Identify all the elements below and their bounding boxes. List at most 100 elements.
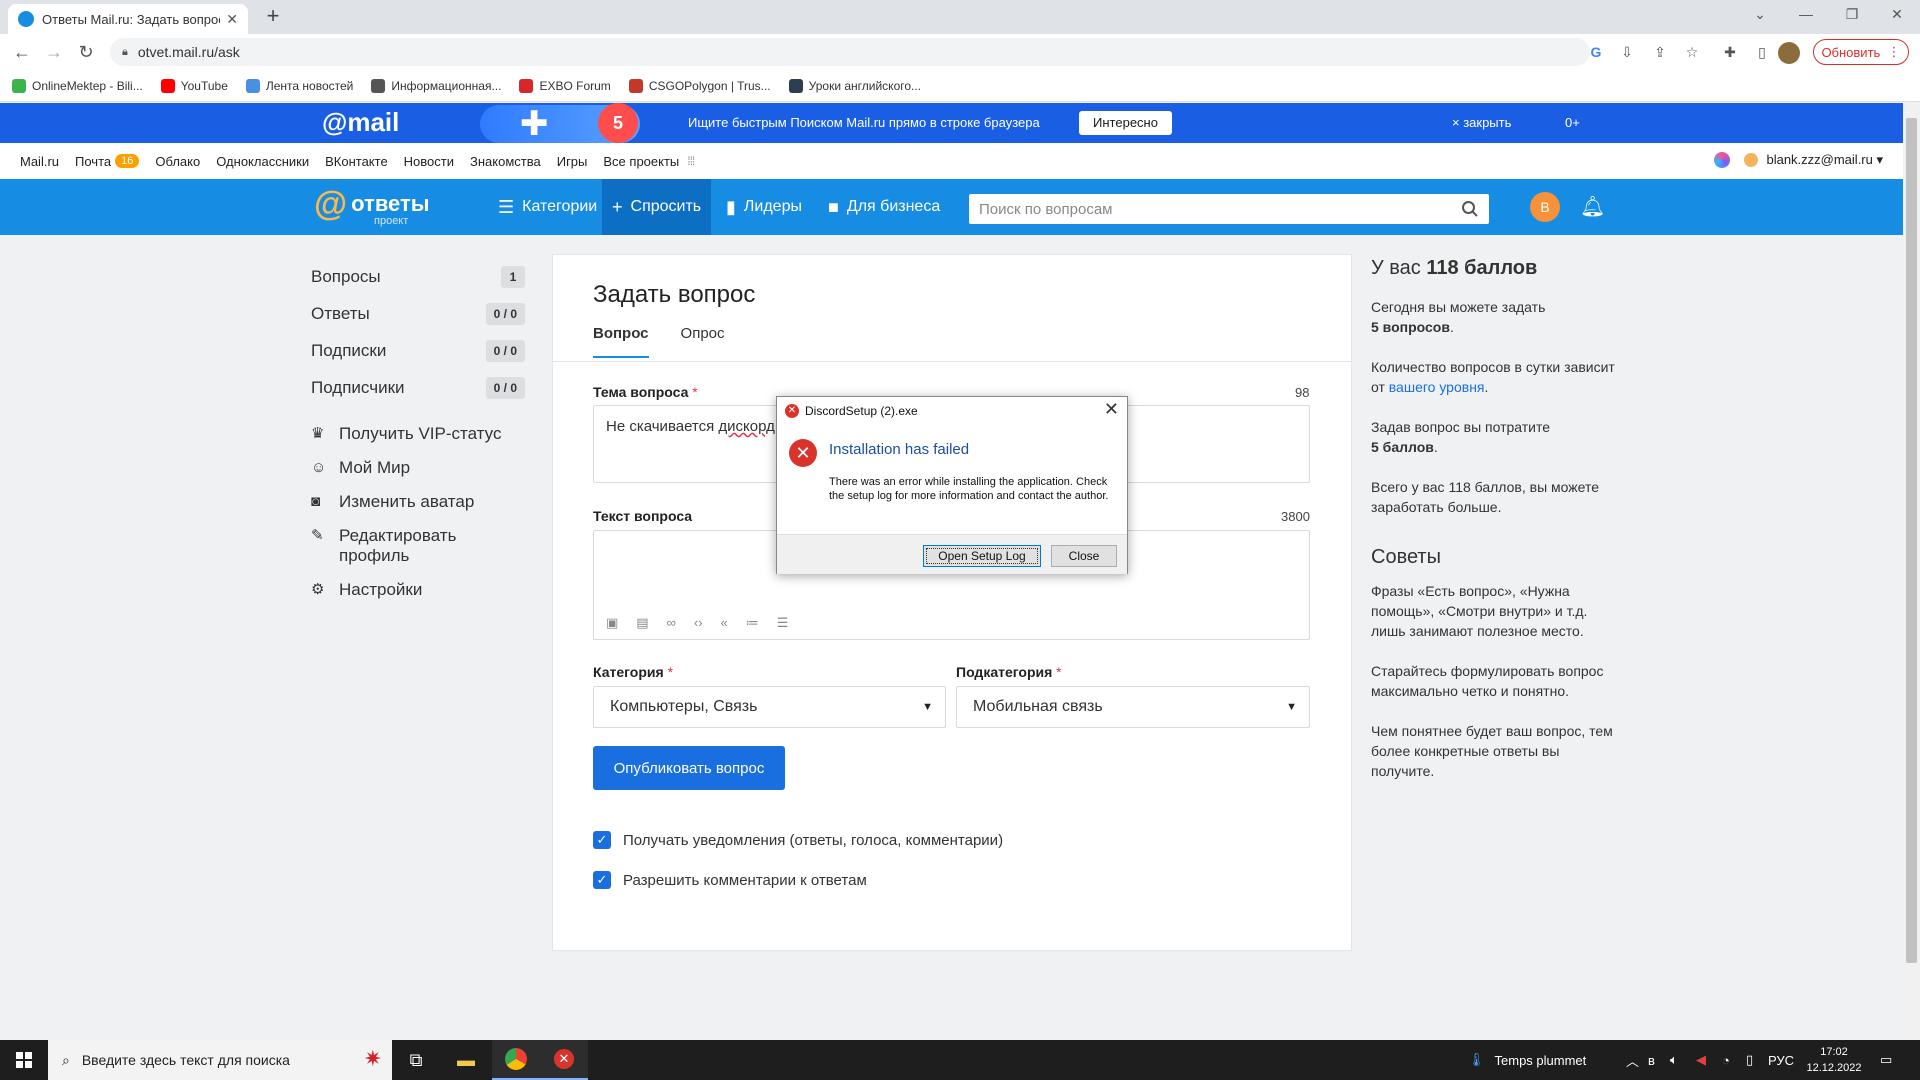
subcategory-select[interactable]: Мобильная связь ▼ bbox=[956, 686, 1310, 728]
window-close-icon[interactable]: ✕ bbox=[1874, 0, 1920, 30]
portal-all-projects[interactable]: Все проекты ⁞⁞⁞ bbox=[603, 154, 695, 169]
share-icon[interactable]: ⇪ bbox=[1650, 42, 1670, 62]
code-icon[interactable]: ‹› bbox=[694, 615, 703, 631]
sidebar-counter-item[interactable]: Подписчики 0 / 0 bbox=[311, 369, 525, 406]
sidebar-counter-label: Подписчики bbox=[311, 377, 405, 397]
restore-icon[interactable]: ❐ bbox=[1829, 0, 1875, 30]
checkmark-icon: ✓ bbox=[593, 871, 611, 889]
wifi-icon[interactable]: ◔ bbox=[1722, 1040, 1730, 1080]
system-clock[interactable]: 17:02 12.12.2022 bbox=[1802, 1044, 1866, 1076]
file-explorer-icon[interactable]: ▬ bbox=[442, 1040, 490, 1080]
sidebar-action-item[interactable]: ☺ Мой Мир bbox=[311, 458, 525, 478]
bullet-list-icon[interactable]: ☰ bbox=[777, 615, 789, 631]
back-icon[interactable]: ← bbox=[8, 38, 36, 66]
allow-comments-checkbox[interactable]: ✓ Разрешить комментарии к ответам bbox=[593, 871, 867, 889]
promo-close-button[interactable]: × закрыть bbox=[1452, 115, 1511, 130]
mail-logo[interactable]: @mail bbox=[322, 107, 399, 138]
question-search-input[interactable]: Поиск по вопросам bbox=[969, 194, 1489, 224]
sidebar-counter-item[interactable]: Вопросы 1 bbox=[311, 258, 525, 295]
page-scrollbar-thumb[interactable] bbox=[1906, 118, 1917, 963]
forward-icon[interactable]: → bbox=[40, 38, 68, 66]
battery-icon[interactable]: ▯ bbox=[1746, 1040, 1753, 1080]
bookmark-item[interactable]: Уроки английского... bbox=[788, 78, 921, 93]
taskbar-search-input[interactable]: ⌕ Введите здесь текст для поиска ✷ bbox=[48, 1040, 392, 1080]
portal-games[interactable]: Игры bbox=[557, 154, 588, 169]
nav-categories[interactable]: ☰ Категории bbox=[488, 179, 607, 235]
publish-question-button[interactable]: Опубликовать вопрос bbox=[593, 746, 785, 790]
portal-mail[interactable]: Почта 16 bbox=[75, 154, 140, 169]
bookmark-item[interactable]: Информационная... bbox=[371, 78, 501, 93]
sidebar-action-item[interactable]: ♛ Получить VIP-статус bbox=[311, 424, 525, 444]
search-icon[interactable] bbox=[1461, 200, 1479, 218]
new-tab-button[interactable]: + bbox=[260, 4, 286, 30]
profile-avatar[interactable] bbox=[1778, 42, 1800, 64]
minimize-icon[interactable]: — bbox=[1783, 0, 1829, 30]
installer-taskbar-icon[interactable]: ✕ bbox=[540, 1040, 588, 1080]
volume-icon[interactable]: 🔈︎ bbox=[1670, 1040, 1678, 1080]
browser-tab[interactable]: Ответы Mail.ru: Задать вопрос ✕ bbox=[8, 4, 248, 34]
dialog-close-icon[interactable]: ✕ bbox=[1104, 399, 1119, 420]
bookmark-item[interactable]: Лента новостей bbox=[245, 78, 353, 93]
sidebar-action-item[interactable]: ◙ Изменить аватар bbox=[311, 492, 525, 512]
quote-icon[interactable]: « bbox=[721, 615, 728, 631]
link-icon[interactable]: ∞ bbox=[667, 615, 676, 631]
bookmark-item[interactable]: EXBO Forum bbox=[519, 78, 611, 93]
sidebar-action-item[interactable]: ⚙ Настройки bbox=[311, 580, 525, 600]
promo-cta-button[interactable]: Интересно bbox=[1079, 111, 1172, 135]
side-panel-icon[interactable]: ▯ bbox=[1752, 42, 1772, 62]
install-icon[interactable]: ⇩ bbox=[1617, 42, 1637, 62]
weather-widget[interactable]: 🌡︎ Temps plummet bbox=[1468, 1040, 1586, 1080]
user-menu[interactable]: blank.zzz@mail.ru ▾ bbox=[1744, 152, 1883, 168]
bookmark-item[interactable]: OnlineMektep - Bili... bbox=[12, 78, 143, 93]
sidebar-counter-item[interactable]: Подписки 0 / 0 bbox=[311, 332, 525, 369]
tray-chevron-icon[interactable]: ︿ bbox=[1626, 1040, 1639, 1080]
ordered-list-icon[interactable]: ≔ bbox=[746, 615, 759, 631]
video-icon[interactable]: ▤ bbox=[636, 615, 648, 631]
input-language[interactable]: РУС bbox=[1768, 1040, 1794, 1080]
level-link[interactable]: вашего уровня bbox=[1389, 379, 1485, 395]
tab-search-icon[interactable]: ⌄ bbox=[1737, 0, 1783, 30]
portal-cloud[interactable]: Облако bbox=[155, 154, 200, 169]
bookmark-star-icon[interactable]: ☆ bbox=[1682, 42, 1702, 62]
google-icon[interactable]: G bbox=[1586, 42, 1606, 62]
tab-poll[interactable]: Опрос bbox=[681, 325, 725, 358]
dialog-footer: Open Setup Log Close bbox=[777, 534, 1127, 574]
sidebar-action-label: Изменить аватар bbox=[339, 492, 475, 511]
extensions-icon[interactable]: ✚ bbox=[1720, 42, 1740, 62]
answers-logo[interactable]: @ ответы проект bbox=[314, 187, 430, 227]
portal-dating[interactable]: Знакомства bbox=[470, 154, 541, 169]
assistant-orb-icon[interactable] bbox=[1714, 152, 1731, 168]
notifications-icon[interactable]: ▭ bbox=[1880, 1040, 1892, 1080]
task-view-icon[interactable]: ⧉ bbox=[392, 1040, 440, 1080]
image-icon[interactable]: ▣ bbox=[606, 615, 618, 631]
notify-checkbox[interactable]: ✓ Получать уведомления (ответы, голоса, … bbox=[593, 831, 1003, 849]
reload-icon[interactable]: ↻ bbox=[72, 38, 100, 66]
nav-leaders[interactable]: ▮ Лидеры bbox=[716, 179, 812, 235]
antivirus-icon[interactable]: ◀ bbox=[1696, 1040, 1706, 1080]
bookmark-item[interactable]: CSGOPolygon | Trus... bbox=[628, 78, 771, 93]
update-browser-button[interactable]: Обновить ⋮ bbox=[1813, 39, 1909, 65]
nav-ask[interactable]: + Спросить bbox=[602, 179, 712, 235]
category-select[interactable]: Компьютеры, Связь ▼ bbox=[593, 686, 946, 728]
bluetooth-icon[interactable]: ʙ bbox=[1648, 1040, 1655, 1080]
form-tabs: Вопрос Опрос bbox=[593, 325, 757, 358]
portal-ok[interactable]: Одноклассники bbox=[216, 154, 309, 169]
portal-vk[interactable]: ВКонтакте bbox=[325, 154, 388, 169]
header-avatar[interactable]: В bbox=[1530, 192, 1560, 222]
nav-ask-label: Спросить bbox=[630, 198, 702, 215]
start-button[interactable] bbox=[0, 1040, 48, 1080]
portal-mailru[interactable]: Mail.ru bbox=[20, 154, 59, 169]
bookmark-item[interactable]: YouTube bbox=[160, 78, 228, 93]
open-setup-log-button[interactable]: Open Setup Log bbox=[923, 545, 1041, 567]
nav-business[interactable]: ■ Для бизнеса bbox=[818, 179, 950, 235]
address-bar[interactable]: 🔒︎ otvet.mail.ru/ask bbox=[110, 38, 1590, 66]
portal-news[interactable]: Новости bbox=[404, 154, 454, 169]
bookmark-label: EXBO Forum bbox=[539, 78, 611, 93]
sidebar-action-item[interactable]: ✎ Редактировать профиль bbox=[311, 526, 525, 566]
sidebar-counter-item[interactable]: Ответы 0 / 0 bbox=[311, 295, 525, 332]
dialog-close-button[interactable]: Close bbox=[1051, 545, 1117, 567]
tab-question[interactable]: Вопрос bbox=[593, 325, 649, 358]
bell-icon[interactable]: 🔔︎ bbox=[1580, 194, 1605, 219]
tab-close-icon[interactable]: ✕ bbox=[226, 11, 238, 28]
chrome-taskbar-icon[interactable] bbox=[492, 1040, 540, 1080]
